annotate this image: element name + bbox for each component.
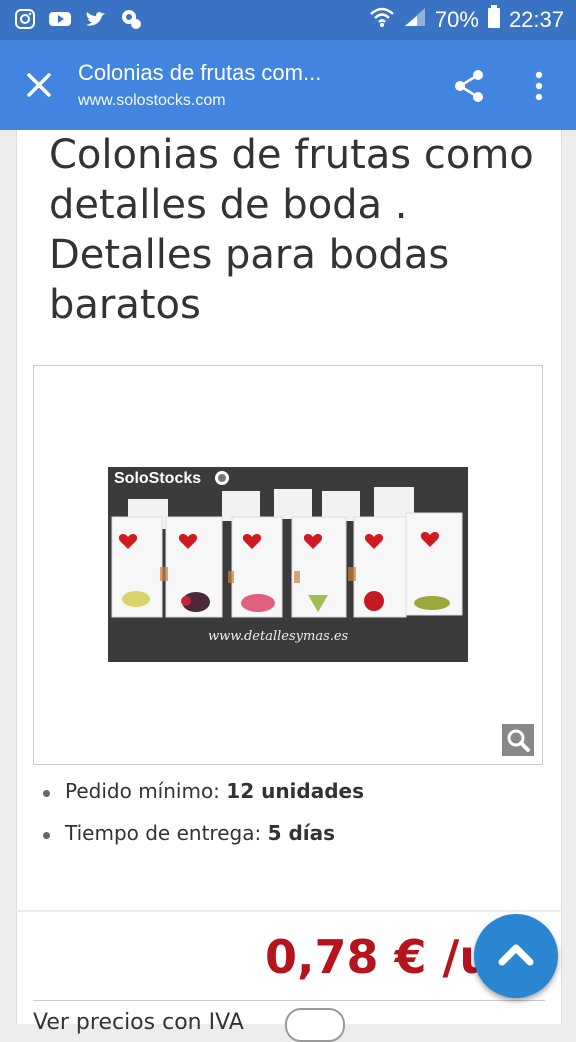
product-image[interactable]: SoloStocks www.detallesymas.es [108, 467, 468, 662]
close-icon [27, 73, 51, 97]
chevron-up-icon [498, 944, 534, 966]
vat-toggle[interactable] [285, 1008, 345, 1042]
product-title: Colonias de frutas como detalles de boda… [49, 132, 534, 328]
battery-percent: 70% [434, 7, 479, 32]
photo-brand-label: SoloStocks [114, 470, 202, 487]
vat-toggle-label: Ver precios con IVA [33, 1010, 244, 1035]
close-button[interactable] [20, 66, 58, 104]
share-icon [455, 70, 483, 102]
zoom-button[interactable] [502, 724, 534, 756]
spec-value: 12 unidades [226, 779, 365, 803]
wifi-icon [369, 6, 395, 34]
notification-icons [14, 8, 142, 34]
more-options-button[interactable] [524, 68, 554, 104]
magnifier-icon [507, 729, 530, 752]
scroll-to-top-button[interactable] [474, 914, 558, 998]
youtube-icon [48, 9, 72, 33]
twitter-icon [84, 9, 108, 33]
spec-value: 5 días [267, 821, 336, 845]
page-title: Colonias de frutas com... [78, 60, 322, 85]
signal-icon [403, 6, 427, 34]
product-image-container[interactable]: SoloStocks www.detallesymas.es [33, 365, 543, 765]
instagram-icon [14, 8, 36, 34]
settings-notification-icon [120, 8, 142, 34]
clock: 22:37 [508, 7, 564, 32]
product-specs-list: Pedido mínimo: 12 unidades Tiempo de ent… [41, 778, 521, 862]
status-bar: 70% 22:37 [0, 0, 576, 40]
battery-icon [487, 5, 501, 35]
spec-minimum-order: Pedido mínimo: 12 unidades [41, 778, 521, 805]
spec-label: Tiempo de entrega: [65, 821, 262, 845]
share-button[interactable] [452, 68, 488, 104]
app-bar: Colonias de frutas com... www.solostocks… [0, 40, 576, 130]
spec-delivery-time: Tiempo de entrega: 5 días [41, 820, 521, 847]
spec-label: Pedido mínimo: [65, 779, 220, 803]
product-card: Colonias de frutas como detalles de boda… [16, 130, 562, 910]
divider [33, 1000, 545, 1001]
photo-watermark: www.detallesymas.es [208, 629, 349, 644]
system-status: 70% 22:37 [369, 5, 564, 35]
more-vert-icon [535, 71, 543, 101]
page-url: www.solostocks.com [78, 92, 226, 109]
